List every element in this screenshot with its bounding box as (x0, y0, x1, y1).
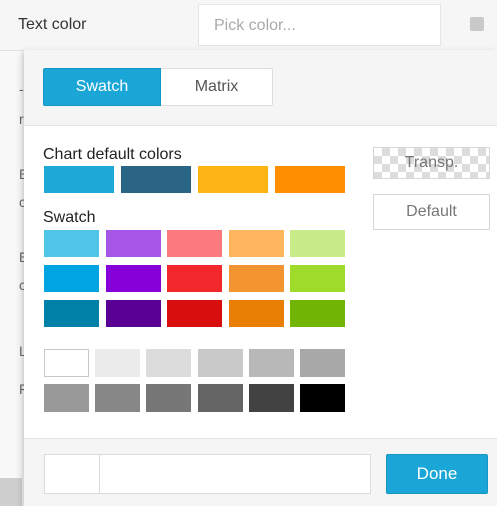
swatch-title: Swatch (43, 209, 96, 226)
gray-swatch[interactable] (44, 349, 89, 377)
chart-default-color-swatch[interactable] (275, 166, 345, 193)
swatch-color[interactable] (44, 265, 99, 292)
swatch-color[interactable] (105, 230, 161, 257)
color-picker-popover: Swatch Matrix Chart default colors Swatc… (24, 50, 497, 506)
gray-swatch[interactable] (248, 349, 294, 377)
gray-swatch[interactable] (248, 384, 294, 412)
swatch-color[interactable] (44, 300, 99, 327)
done-button[interactable]: Done (386, 454, 488, 494)
property-label: Text color (18, 16, 87, 33)
swatch-color[interactable] (290, 300, 345, 327)
chart-default-color-swatch[interactable] (198, 166, 268, 193)
chart-default-color-swatch[interactable] (44, 166, 114, 193)
gray-swatch[interactable] (146, 349, 192, 377)
swatch-color[interactable] (167, 265, 222, 292)
swatch-color[interactable] (44, 230, 99, 257)
gray-swatch[interactable] (44, 384, 89, 412)
gray-swatch[interactable] (95, 384, 141, 412)
gray-swatch[interactable] (300, 384, 345, 412)
popover-header: Swatch Matrix (24, 50, 497, 126)
background-text: r (19, 111, 24, 127)
pick-color-placeholder: Pick color... (214, 17, 296, 34)
swatch-color[interactable] (228, 300, 284, 327)
chart-default-colors-title: Chart default colors (43, 146, 182, 163)
color-hex-input[interactable] (99, 454, 371, 494)
pick-color-field[interactable]: Pick color... (198, 4, 441, 46)
swatch-color[interactable] (167, 300, 222, 327)
swatch-color[interactable] (228, 230, 284, 257)
swatch-color[interactable] (105, 300, 161, 327)
gray-swatch[interactable] (146, 384, 192, 412)
picker-tabs: Swatch Matrix (43, 68, 273, 106)
swatch-color[interactable] (228, 265, 284, 292)
transparent-button[interactable]: Transp. (373, 147, 490, 179)
gray-swatch[interactable] (300, 349, 345, 377)
chart-default-color-swatch[interactable] (121, 166, 191, 193)
swatch-color[interactable] (290, 265, 345, 292)
swatch-color[interactable] (105, 265, 161, 292)
color-preview (44, 454, 100, 494)
color-property-editor: Text color Pick color... - r E c E c L F… (0, 0, 497, 506)
tab-matrix[interactable]: Matrix (161, 68, 273, 106)
swatch-color[interactable] (167, 230, 222, 257)
background-text: - (19, 81, 24, 97)
color-swatch-toggle-icon[interactable] (470, 17, 484, 31)
tab-swatch[interactable]: Swatch (43, 68, 161, 106)
background-panel: - r E c E c L F (0, 51, 28, 506)
gray-swatch[interactable] (197, 349, 243, 377)
gray-swatch[interactable] (197, 384, 243, 412)
gray-swatch[interactable] (95, 349, 141, 377)
popover-footer: Done (24, 438, 497, 506)
background-footer (0, 478, 22, 506)
property-row: Text color Pick color... (0, 0, 497, 51)
swatch-color[interactable] (290, 230, 345, 257)
default-button[interactable]: Default (373, 194, 490, 230)
